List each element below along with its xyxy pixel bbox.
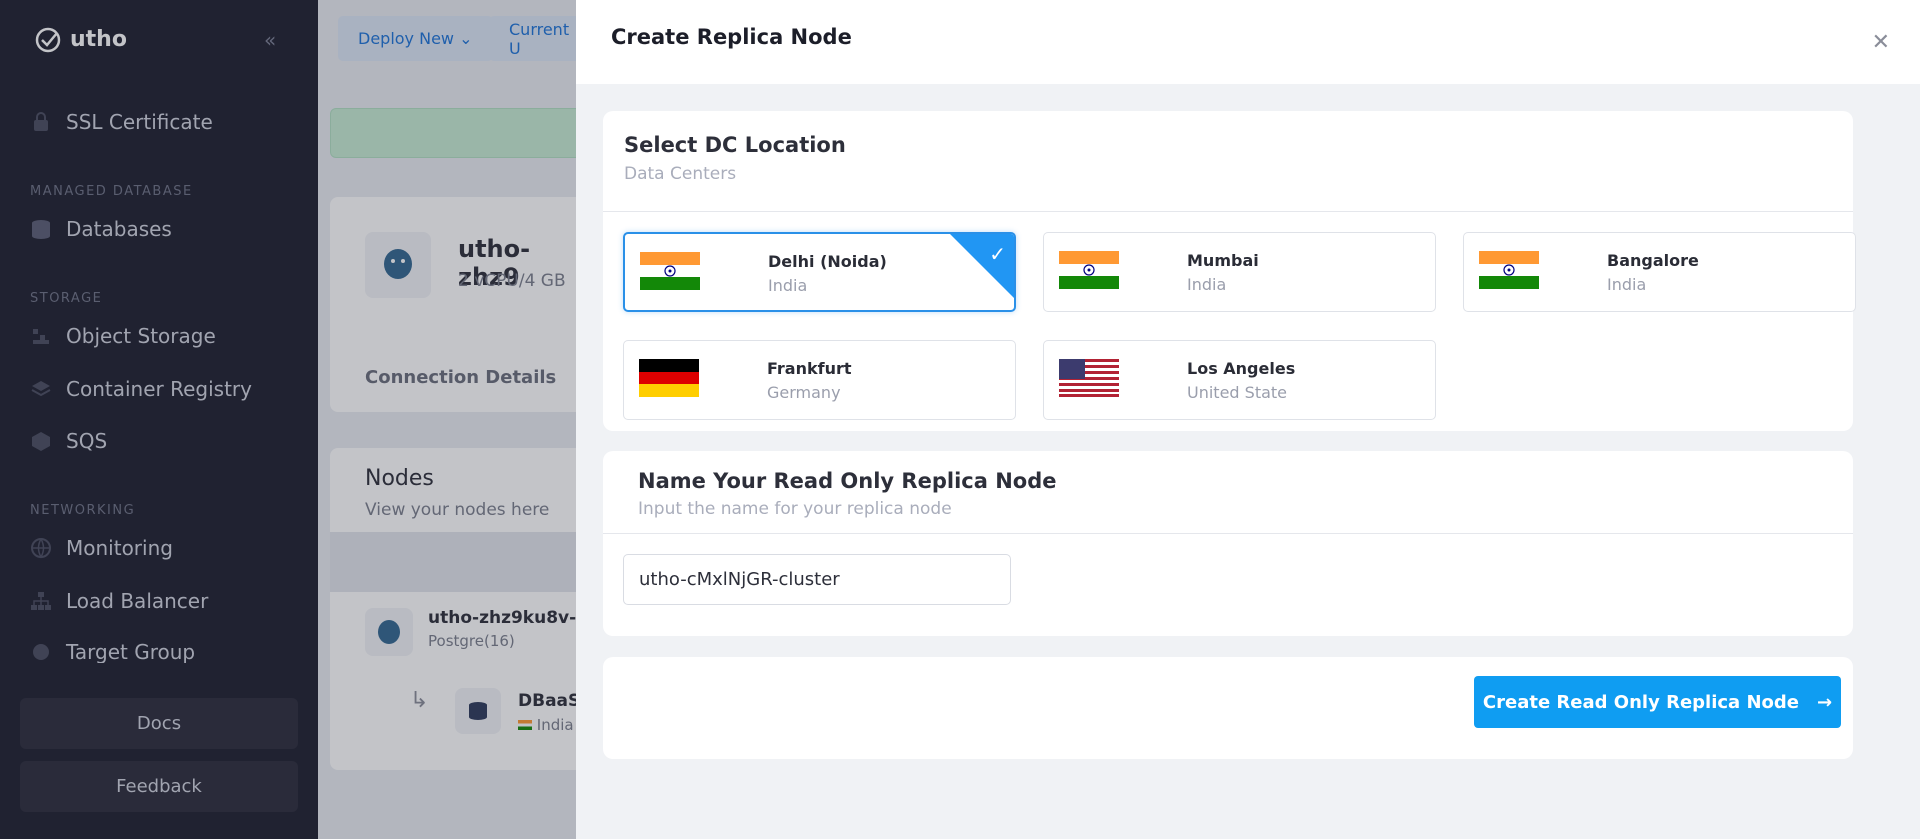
- location-city: Bangalore: [1607, 251, 1699, 270]
- drawer-title: Create Replica Node: [611, 25, 852, 49]
- dc-subtitle: Data Centers: [624, 164, 737, 184]
- location-mumbai[interactable]: Mumbai India: [1043, 232, 1436, 312]
- location-city: Los Angeles: [1187, 359, 1296, 378]
- create-replica-label: Create Read Only Replica Node: [1482, 691, 1799, 713]
- dc-title: Select DC Location: [624, 133, 846, 157]
- location-delhi[interactable]: Delhi (Noida) India ✓: [623, 232, 1016, 312]
- name-title: Name Your Read Only Replica Node: [638, 469, 1057, 493]
- location-city: Frankfurt: [767, 359, 852, 378]
- check-icon: ✓: [989, 242, 1006, 266]
- location-country: United State: [1187, 383, 1288, 402]
- india-flag-icon: [1479, 251, 1539, 289]
- location-city: Mumbai: [1187, 251, 1259, 270]
- arrow-right-icon: →: [1816, 691, 1833, 713]
- location-bangalore[interactable]: Bangalore India: [1463, 232, 1856, 312]
- location-country: Germany: [767, 383, 841, 402]
- divider: [603, 211, 1853, 212]
- location-country: India: [1187, 275, 1227, 294]
- close-icon[interactable]: ✕: [1872, 30, 1890, 55]
- replica-name-input[interactable]: utho-cMxlNjGR-cluster: [623, 554, 1011, 605]
- location-los-angeles[interactable]: Los Angeles United State: [1043, 340, 1436, 420]
- location-city: Delhi (Noida): [768, 252, 887, 271]
- location-frankfurt[interactable]: Frankfurt Germany: [623, 340, 1016, 420]
- india-flag-icon: [640, 252, 700, 290]
- usa-flag-icon: [1059, 359, 1119, 397]
- location-country: India: [1607, 275, 1647, 294]
- name-subtitle: Input the name for your replica node: [638, 499, 952, 519]
- germany-flag-icon: [639, 359, 699, 397]
- india-flag-icon: [1059, 251, 1119, 289]
- location-country: India: [768, 276, 808, 295]
- replica-name-value: utho-cMxlNjGR-cluster: [639, 569, 840, 590]
- create-replica-button[interactable]: Create Read Only Replica Node →: [1474, 676, 1841, 728]
- divider: [603, 533, 1853, 534]
- drawer-header: Create Replica Node ✕: [576, 0, 1920, 84]
- name-panel: Name Your Read Only Replica Node Input t…: [603, 451, 1853, 636]
